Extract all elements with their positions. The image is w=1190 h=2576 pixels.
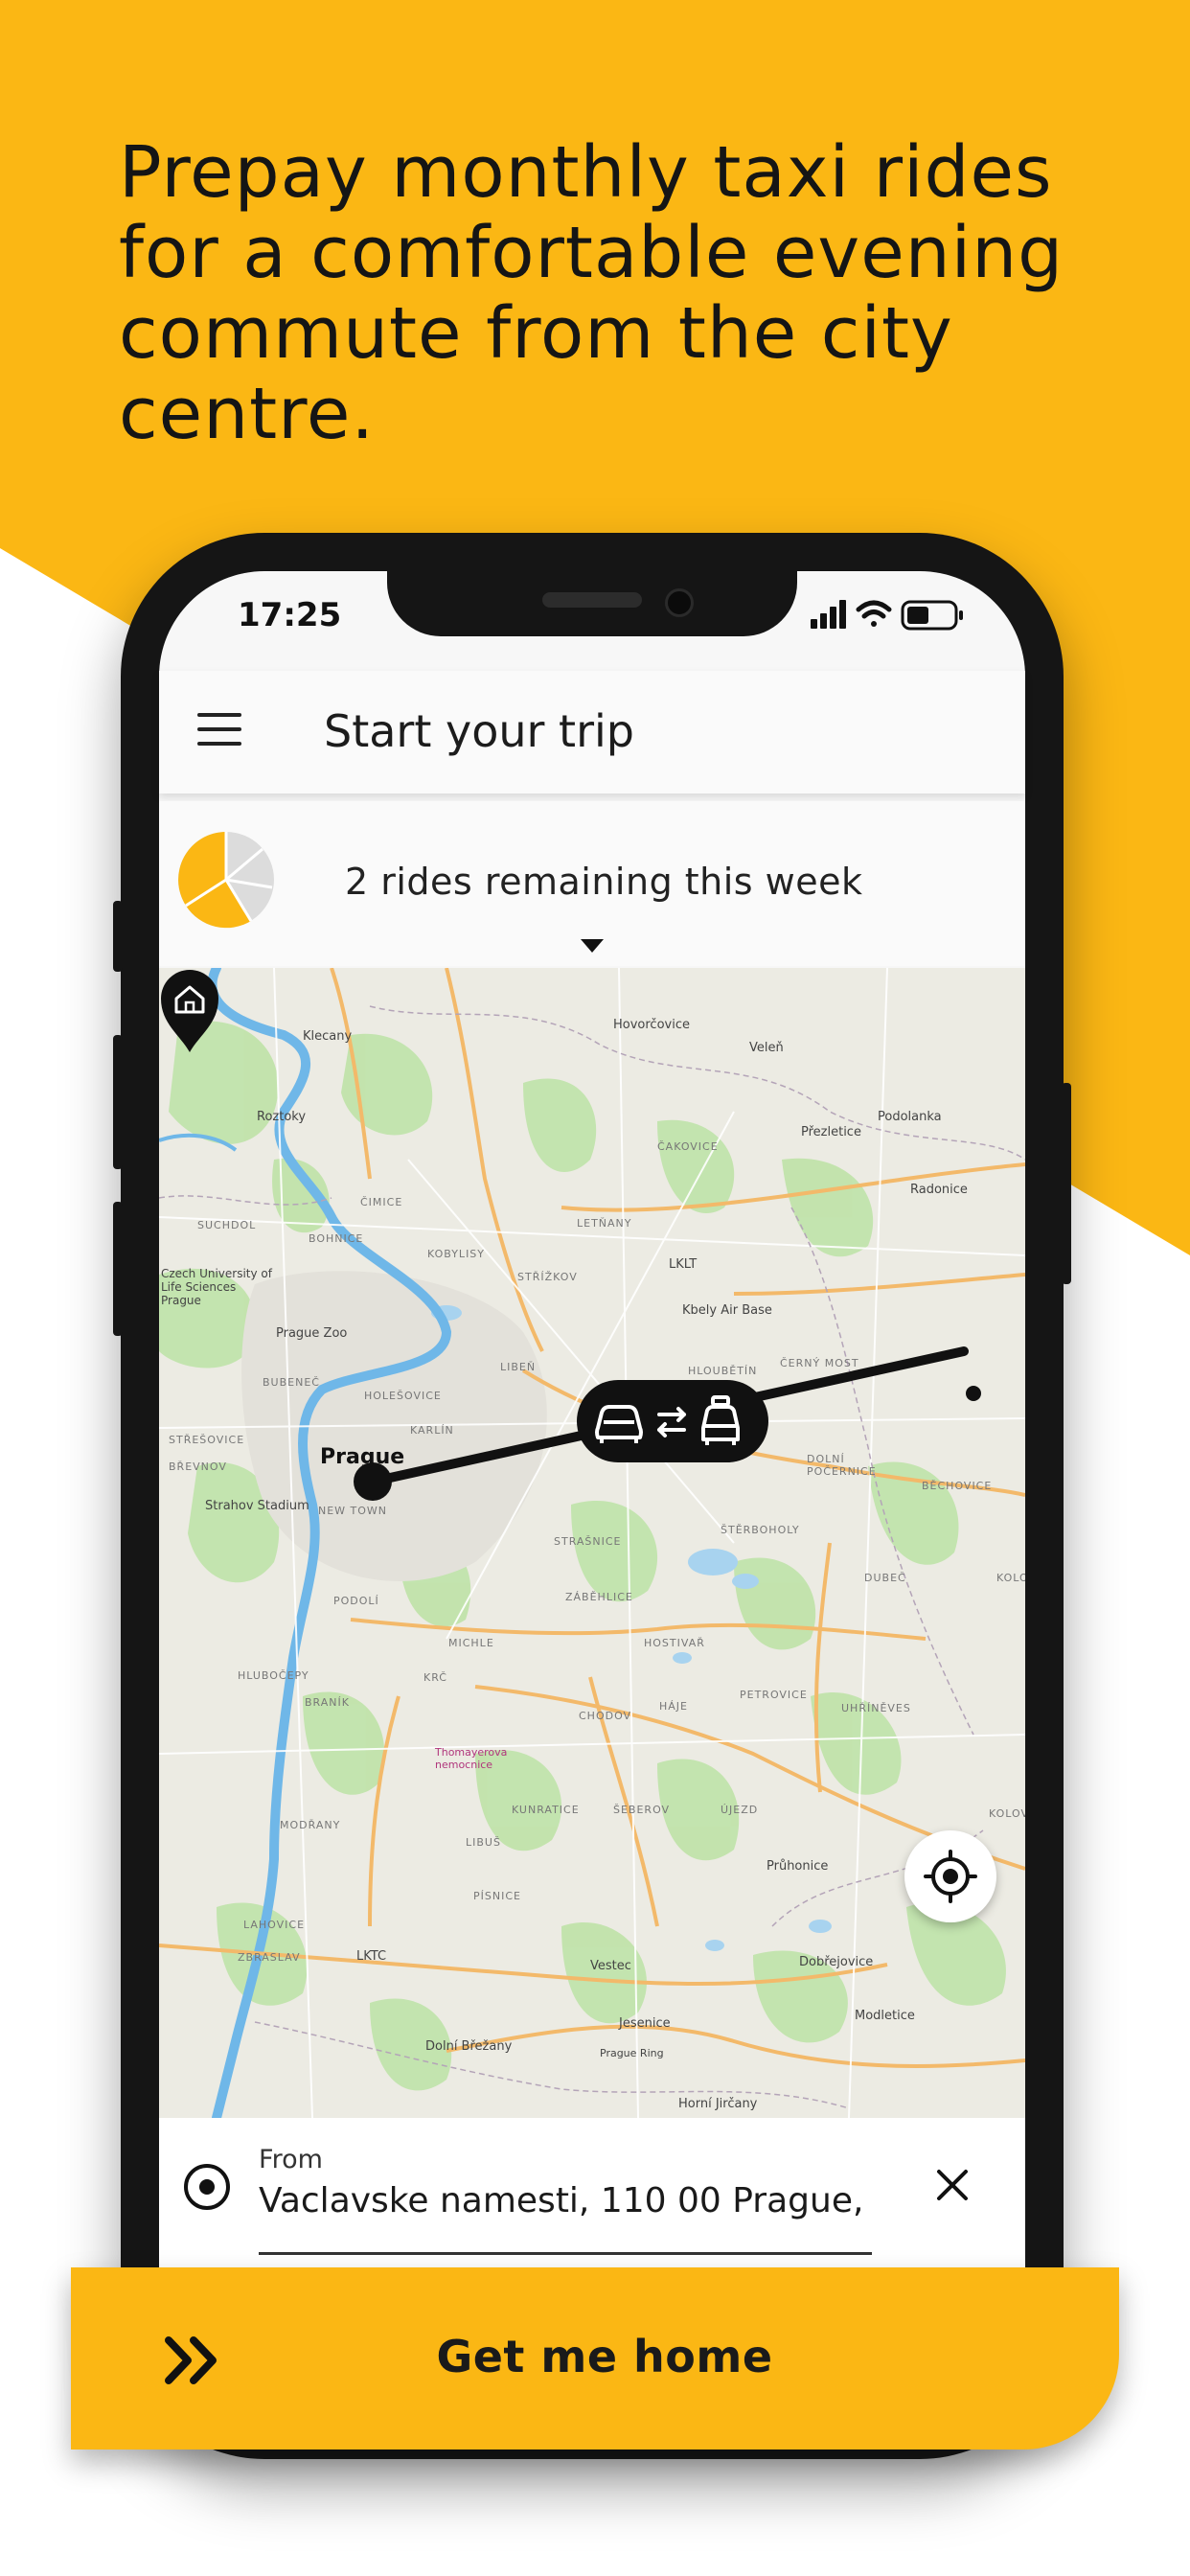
map-label: LKLT (669, 1257, 698, 1272)
map-label: Prague Zoo (276, 1326, 348, 1341)
map-label: Veleň (749, 1041, 784, 1055)
phone-speaker (542, 592, 642, 608)
map-label: ŠEBEROV (613, 1804, 671, 1816)
map-label: KOLOVRATY (989, 1807, 1025, 1820)
map-label: HLUBOČEPY (238, 1669, 309, 1682)
map-label: LAHOVICE (243, 1919, 306, 1931)
locate-me-button[interactable] (904, 1830, 996, 1922)
map-label: STRAŠNICE (554, 1535, 622, 1548)
map-label: UHŘÍNĚVES (841, 1702, 911, 1714)
map-label: HÁJE (659, 1700, 688, 1713)
map-view[interactable]: Klecany Hovorčovice Veleň Roztoky Podola… (159, 968, 1025, 2118)
origin-dot-icon (184, 2164, 230, 2210)
map-label: Thomayerova nemocnice (435, 1746, 508, 1771)
taxi-icon (701, 1395, 740, 1445)
status-time: 17:25 (238, 596, 342, 634)
wifi-icon (856, 600, 892, 627)
map-label: Kbely Air Base (682, 1303, 772, 1318)
map-label: MICHLE (448, 1637, 494, 1649)
get-me-home-label: Get me home (436, 2331, 773, 2382)
map-label: BOHNICE (309, 1232, 364, 1245)
map-label: BŘEVNOV (169, 1460, 227, 1473)
map-label: LIBEŇ (500, 1361, 537, 1373)
phone-volume-up (113, 1035, 123, 1169)
map-label: Prague Ring (600, 2047, 664, 2059)
map-label: Strahov Stadium (205, 1499, 309, 1513)
map-label: Jesenice (619, 2016, 671, 2031)
map-label: DUBEČ (864, 1572, 906, 1584)
map-label: Dobřejovice (799, 1955, 874, 1969)
map-label: Vestec (590, 1959, 631, 1973)
swap-arrows-icon (657, 1407, 686, 1438)
map-label: Průhonice (767, 1859, 829, 1874)
map-label: LETŇANY (577, 1217, 632, 1230)
map-label: KRČ (423, 1671, 447, 1684)
map-label: HOLEŠOVICE (364, 1390, 442, 1402)
map-label: ŠTĚRBOHOLY (721, 1524, 800, 1536)
map-label: ZBRASLAV (238, 1951, 301, 1964)
map-label: LIBUŠ (466, 1836, 501, 1849)
rides-remaining-text: 2 rides remaining this week (345, 861, 863, 903)
taxi-front-icon (595, 1405, 643, 1443)
map-label: Roztoky (257, 1110, 307, 1124)
taxi-transfer-badge (577, 1380, 768, 1462)
map-label: Modletice (855, 2009, 915, 2023)
rides-progress-pie-icon (178, 832, 274, 929)
map-label: ČAKOVICE (657, 1140, 719, 1153)
hamburger-menu-icon[interactable] (197, 713, 241, 751)
phone-camera (665, 588, 694, 617)
map-label: STŘÍŽKOV (517, 1271, 578, 1283)
map-label: KARLÍN (410, 1424, 454, 1437)
map-city-label: Prague (320, 1445, 405, 1469)
map-label: Podolanka (878, 1110, 942, 1124)
map-label: Klecany (303, 1029, 353, 1044)
from-field-label: From (259, 2145, 323, 2174)
from-field-underline (259, 2252, 872, 2255)
get-me-home-button[interactable]: Get me home (71, 2267, 1119, 2450)
crosshair-locate-icon (924, 1850, 977, 1903)
map-label: HLOUBĚTÍN (688, 1365, 758, 1377)
map-label: Dolní Břežany (425, 2039, 513, 2054)
map-label: KUNRATICE (512, 1804, 580, 1816)
app-header: Start your trip (159, 671, 1025, 794)
close-icon[interactable] (931, 2164, 973, 2206)
map-label: PETROVICE (740, 1689, 808, 1701)
map-label: ČIMICE (360, 1196, 403, 1208)
map-label: STŘEŠOVICE (169, 1434, 245, 1446)
map-label: KOLODĚJE (996, 1572, 1025, 1584)
map-label: LKTC (356, 1949, 387, 1964)
phone-mute-switch (113, 901, 123, 972)
map-label: ZÁBĚHLICE (565, 1591, 633, 1603)
map-label: BĚCHOVICE (922, 1480, 993, 1492)
chevron-down-icon[interactable] (581, 939, 604, 953)
promo-headline: Prepay monthly taxi rides for a comforta… (119, 131, 1064, 455)
cellular-signal-icon (811, 600, 846, 629)
map-label: CHODOV (579, 1710, 632, 1722)
map-label: Czech University of Life Sciences Prague (161, 1267, 272, 1307)
from-field-input[interactable]: Vaclavske namesti, 110 00 Prague, (259, 2181, 872, 2220)
map-label: PODOLÍ (333, 1595, 379, 1607)
home-icon (161, 970, 218, 1052)
map-label: MODŘANY (280, 1819, 341, 1831)
battery-icon (901, 600, 963, 631)
map-label: Horní Jirčany (678, 2097, 758, 2111)
map-label: DOLNÍ POČERNICE (807, 1453, 877, 1478)
map-label: KOBYLISY (427, 1248, 486, 1260)
status-icons (811, 596, 973, 634)
map-label: BUBENEČ (263, 1376, 320, 1389)
map-label: ČERNÝ MOST (780, 1357, 859, 1369)
map-label: Přezletice (801, 1125, 861, 1139)
map-label: Hovorčovice (613, 1018, 690, 1032)
rides-remaining-panel[interactable]: 2 rides remaining this week (159, 801, 1025, 966)
phone-power-button (1062, 1083, 1071, 1284)
map-label: NEW TOWN (318, 1505, 388, 1517)
map-label: HOSTIVAŘ (644, 1637, 705, 1649)
page-title: Start your trip (324, 705, 634, 757)
phone-volume-down (113, 1202, 123, 1336)
map-label: Radonice (910, 1183, 968, 1197)
map-label: PÍSNICE (473, 1890, 521, 1902)
map-label: BRANÍK (305, 1696, 350, 1709)
map-label: ÚJEZD (721, 1804, 759, 1816)
map-label: SUCHDOL (197, 1219, 257, 1231)
